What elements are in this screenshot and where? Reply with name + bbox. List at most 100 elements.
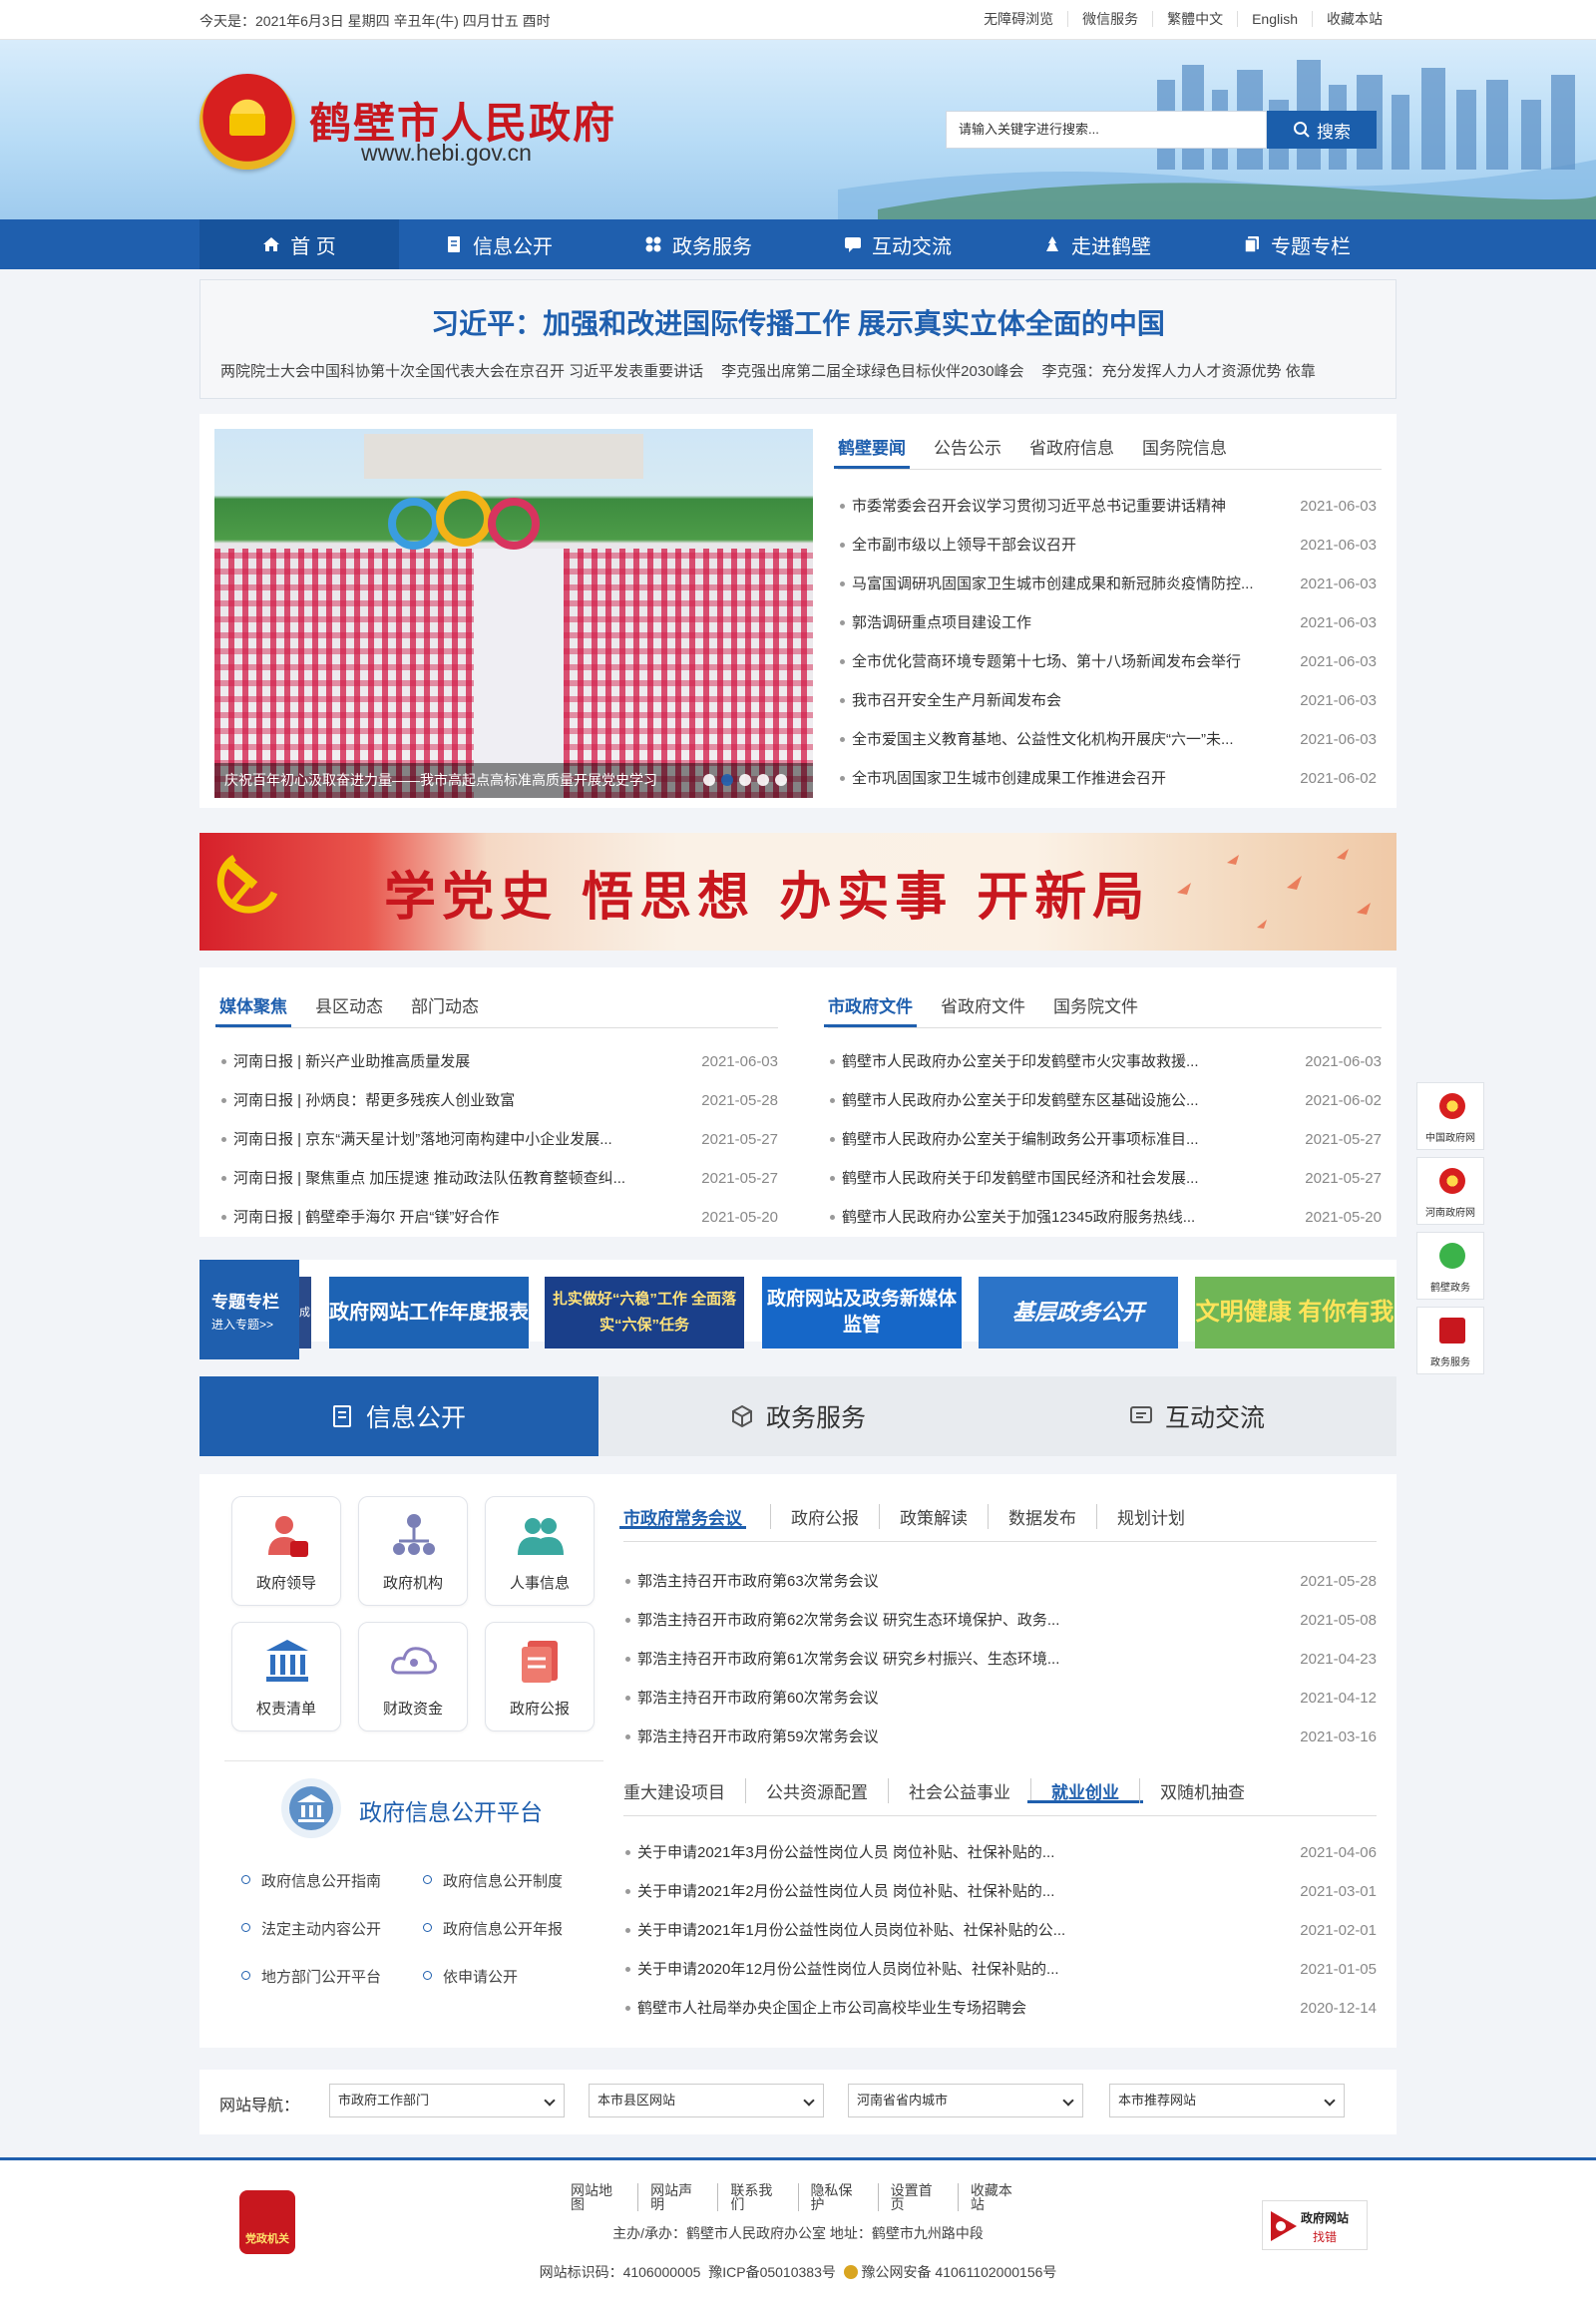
list-item[interactable]: 关于申请2020年12月份公益性岗位人员岗位补贴、社保补贴的... 2021-01… bbox=[623, 1950, 1377, 1989]
select-recommended-sites[interactable]: 本市推荐网站 bbox=[1109, 2084, 1345, 2117]
special-tile-civilized-health[interactable]: 文明健康 有你有我 bbox=[1195, 1277, 1395, 1348]
police-record[interactable]: 豫公网安备 41061102000156号 bbox=[862, 2264, 1057, 2280]
list-item[interactable]: 鹤壁市人民政府办公室关于印发鹤壁市火灾事故救援... 2021-06-03 bbox=[828, 1042, 1382, 1081]
tab-city-documents[interactable]: 市政府文件 bbox=[824, 992, 917, 1027]
nav-info-disclosure[interactable]: 信息公开 bbox=[399, 219, 598, 269]
list-item[interactable]: 全市爱国主义教育基地、公益性文化机构开展庆“六一”未... 2021-06-03 bbox=[838, 720, 1377, 759]
tab-government-services[interactable]: 政务服务 bbox=[598, 1376, 998, 1456]
nav-about-hebi[interactable]: 走进鹤壁 bbox=[998, 219, 1197, 269]
platform-link-application[interactable]: 依申请公开 bbox=[421, 1966, 518, 1987]
list-item[interactable]: 郭浩主持召开市政府第61次常务会议 研究乡村振兴、生态环境... 2021-04-… bbox=[623, 1640, 1377, 1679]
special-tile-website-supervision[interactable]: 政府网站及政务新媒体监管 bbox=[762, 1277, 962, 1348]
search-button[interactable]: 搜索 bbox=[1267, 111, 1377, 149]
nav-government-services[interactable]: 政务服务 bbox=[598, 219, 798, 269]
headline-title[interactable]: 习近平：加强和改进国际传播工作 展示真实立体全面的中国 bbox=[200, 302, 1396, 342]
list-item[interactable]: 河南日报 | 聚焦重点 加压提速 推动政法队伍教育整顿查纠... 2021-05-… bbox=[219, 1159, 778, 1198]
tab-department-news[interactable]: 部门动态 bbox=[411, 992, 479, 1027]
platform-link-system[interactable]: 政府信息公开制度 bbox=[421, 1870, 563, 1891]
footer-link-privacy[interactable]: 隐私保护 bbox=[797, 2183, 878, 2211]
list-item[interactable]: 鹤壁市人民政府办公室关于印发鹤壁东区基础设施公... 2021-06-02 bbox=[828, 1081, 1382, 1120]
list-item[interactable]: 河南日报 | 新兴产业助推高质量发展 2021-06-03 bbox=[219, 1042, 778, 1081]
headline-sub-link[interactable]: 两院院士大会中国科协第十次全国代表大会在京召开 习近平发表重要讲话 bbox=[220, 360, 703, 381]
tile-fiscal-funds[interactable]: 财政资金 bbox=[358, 1622, 468, 1731]
platform-link-local-departments[interactable]: 地方部门公开平台 bbox=[239, 1966, 381, 1987]
special-topics-label[interactable]: 专题专栏 进入专题>> bbox=[200, 1260, 299, 1359]
footer-link-sitemap[interactable]: 网站地图 bbox=[559, 2183, 637, 2211]
tab-province-documents[interactable]: 省政府文件 bbox=[941, 992, 1025, 1027]
list-item[interactable]: 河南日报 | 孙炳良：帮更多残疾人创业致富 2021-05-28 bbox=[219, 1081, 778, 1120]
list-item[interactable]: 鹤壁市人社局举办央企国企上市公司高校毕业生专场招聘会 2020-12-14 bbox=[623, 1989, 1377, 2028]
tab-county-news[interactable]: 县区动态 bbox=[315, 992, 383, 1027]
carousel-dot[interactable] bbox=[775, 774, 787, 786]
tab-data-release[interactable]: 数据发布 bbox=[988, 1504, 1096, 1529]
platform-title[interactable]: 政府信息公开平台 bbox=[359, 1793, 543, 1827]
traditional-chinese-link[interactable]: 繁體中文 bbox=[1152, 11, 1237, 27]
special-tile-annual-report[interactable]: 政府网站工作年度报表 bbox=[329, 1277, 529, 1348]
platform-link-annual-report[interactable]: 政府信息公开年报 bbox=[421, 1918, 563, 1939]
platform-link-guide[interactable]: 政府信息公开指南 bbox=[239, 1870, 381, 1891]
tab-hebi-news[interactable]: 鹤壁要闻 bbox=[834, 434, 910, 469]
english-link[interactable]: English bbox=[1237, 11, 1312, 27]
list-item[interactable]: 郭浩主持召开市政府第62次常务会议 研究生态环境保护、政务... 2021-05-… bbox=[623, 1601, 1377, 1640]
tab-employment[interactable]: 就业创业 bbox=[1027, 1778, 1143, 1803]
tab-random-inspection[interactable]: 双随机抽查 bbox=[1139, 1778, 1265, 1803]
list-item[interactable]: 河南日报 | 京东“满天星计划”落地河南构建中小企业发展... 2021-05-2… bbox=[219, 1120, 778, 1159]
list-item[interactable]: 鹤壁市人民政府关于印发鹤壁市国民经济和社会发展... 2021-05-27 bbox=[828, 1159, 1382, 1198]
tile-government-gazette[interactable]: 政府公报 bbox=[485, 1622, 595, 1731]
special-enter-link[interactable]: 进入专题>> bbox=[211, 1316, 273, 1333]
carousel-dot[interactable] bbox=[757, 774, 769, 786]
tab-major-projects[interactable]: 重大建设项目 bbox=[623, 1778, 745, 1803]
headline-sub-link[interactable]: 李克强：充分发挥人力人才资源优势 依靠 bbox=[1042, 360, 1316, 381]
footer-link-bookmark[interactable]: 收藏本站 bbox=[957, 2183, 1037, 2211]
list-item[interactable]: 我市召开安全生产月新闻发布会 2021-06-03 bbox=[838, 681, 1377, 720]
tile-personnel-info[interactable]: 人事信息 bbox=[485, 1496, 595, 1606]
tab-public-resources[interactable]: 公共资源配置 bbox=[745, 1778, 888, 1803]
carousel-dot[interactable] bbox=[739, 774, 751, 786]
tab-plans[interactable]: 规划计划 bbox=[1096, 1504, 1205, 1529]
footer-link-set-homepage[interactable]: 设置首页 bbox=[877, 2183, 958, 2211]
nav-home[interactable]: 首 页 bbox=[200, 219, 399, 269]
nav-interaction[interactable]: 互动交流 bbox=[798, 219, 998, 269]
list-item[interactable]: 马富国调研巩固国家卫生城市创建成果和新冠肺炎疫情防控... 2021-06-03 bbox=[838, 565, 1377, 603]
list-item[interactable]: 关于申请2021年1月份公益性岗位人员岗位补贴、社保补贴的公... 2021-02… bbox=[623, 1911, 1377, 1950]
headline-sub-link[interactable]: 李克强出席第二届全球绿色目标伙伴2030峰会 bbox=[721, 360, 1023, 381]
tab-state-council-documents[interactable]: 国务院文件 bbox=[1053, 992, 1138, 1027]
side-link-gov-services[interactable]: 政务服务 bbox=[1416, 1307, 1484, 1374]
list-item[interactable]: 鹤壁市人民政府办公室关于加强12345政府服务热线... 2021-05-20 bbox=[828, 1198, 1382, 1237]
accessibility-link[interactable]: 无障碍浏览 bbox=[970, 11, 1067, 27]
report-error-badge[interactable]: 政府网站 找错 bbox=[1262, 2200, 1368, 2250]
list-item[interactable]: 关于申请2021年2月份公益性岗位人员 岗位补贴、社保补贴的... 2021-03… bbox=[623, 1872, 1377, 1911]
search-input[interactable]: 请输入关键字进行搜索... bbox=[946, 111, 1267, 149]
tab-policy-interpretation[interactable]: 政策解读 bbox=[879, 1504, 988, 1529]
carousel-dot[interactable] bbox=[703, 774, 715, 786]
list-item[interactable]: 郭浩主持召开市政府第63次常务会议 2021-05-28 bbox=[623, 1562, 1377, 1601]
nav-special-topics[interactable]: 专题专栏 bbox=[1197, 219, 1396, 269]
bookmark-link[interactable]: 收藏本站 bbox=[1312, 11, 1396, 27]
tile-power-list[interactable]: 权责清单 bbox=[231, 1622, 341, 1731]
special-edge-tile[interactable]: 成 bbox=[299, 1277, 311, 1348]
icp-record[interactable]: 豫ICP备05010383号 bbox=[708, 2264, 836, 2280]
platform-link-statutory[interactable]: 法定主动内容公开 bbox=[239, 1918, 381, 1939]
news-carousel-image[interactable]: 庆祝百年初心汲取奋进力量——我市高起点高标准高质量开展党史学习 bbox=[214, 429, 813, 798]
tab-public-welfare[interactable]: 社会公益事业 bbox=[888, 1778, 1030, 1803]
tile-government-leaders[interactable]: 政府领导 bbox=[231, 1496, 341, 1606]
tab-executive-meetings[interactable]: 市政府常务会议 bbox=[619, 1504, 746, 1529]
list-item[interactable]: 郭浩主持召开市政府第59次常务会议 2021-03-16 bbox=[623, 1718, 1377, 1756]
tab-gazette[interactable]: 政府公报 bbox=[770, 1504, 879, 1529]
list-item[interactable]: 郭浩主持召开市政府第60次常务会议 2021-04-12 bbox=[623, 1679, 1377, 1718]
list-item[interactable]: 鹤壁市人民政府办公室关于编制政务公开事项标准目... 2021-05-27 bbox=[828, 1120, 1382, 1159]
footer-link-contact[interactable]: 联系我们 bbox=[717, 2183, 797, 2211]
party-government-badge[interactable]: 党政机关 bbox=[239, 2190, 295, 2254]
select-city-departments[interactable]: 市政府工作部门 bbox=[329, 2084, 565, 2117]
tab-media-focus[interactable]: 媒体聚焦 bbox=[215, 992, 291, 1027]
footer-link-statement[interactable]: 网站声明 bbox=[637, 2183, 717, 2211]
tab-state-council-info[interactable]: 国务院信息 bbox=[1142, 434, 1227, 469]
select-county-sites[interactable]: 本市县区网站 bbox=[589, 2084, 824, 2117]
list-item[interactable]: 河南日报 | 鹤壁牵手海尔 开启“镁”好合作 2021-05-20 bbox=[219, 1198, 778, 1237]
tab-interaction[interactable]: 互动交流 bbox=[998, 1376, 1396, 1456]
special-tile-six-stability[interactable]: 扎实做好“六稳”工作 全面落实“六保”任务 bbox=[545, 1277, 744, 1348]
tab-announcements[interactable]: 公告公示 bbox=[934, 434, 1001, 469]
carousel-dot-active[interactable] bbox=[721, 774, 733, 786]
select-province-cities[interactable]: 河南省省内城市 bbox=[848, 2084, 1083, 2117]
side-link-henan-gov[interactable]: 河南政府网 bbox=[1416, 1157, 1484, 1225]
